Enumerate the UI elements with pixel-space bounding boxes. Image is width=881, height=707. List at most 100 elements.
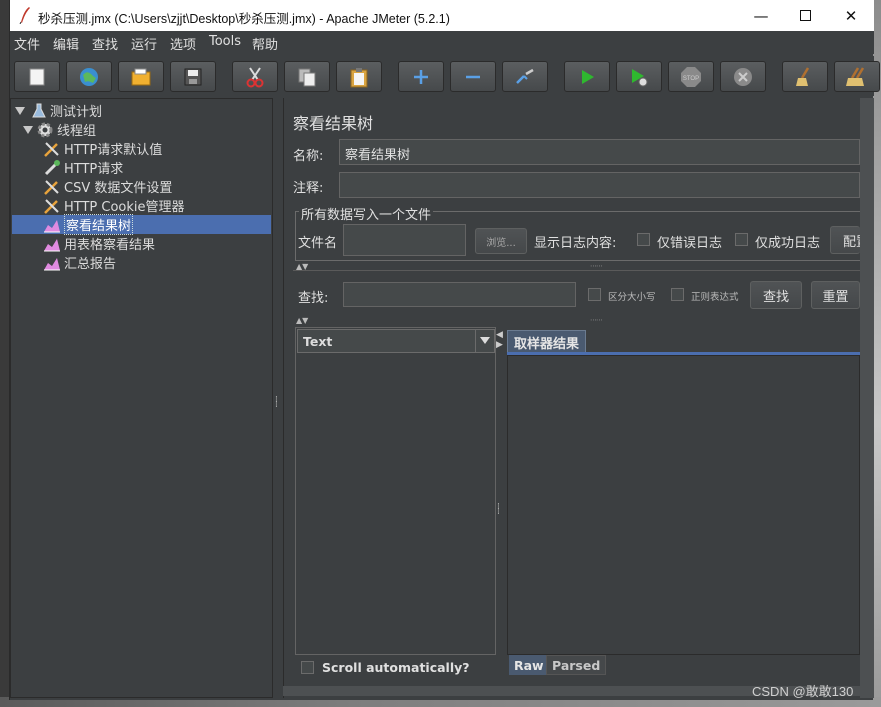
divider-grip-icon: ⋯⋯ [590, 262, 603, 270]
start-button[interactable] [564, 61, 610, 92]
copy-button[interactable] [284, 61, 330, 92]
tab-raw[interactable]: Raw [509, 655, 549, 675]
case-sensitive-checkbox[interactable] [588, 288, 601, 301]
tree-label: 线程组 [57, 124, 97, 139]
toggle-button[interactable] [502, 61, 548, 92]
new-button[interactable] [14, 61, 60, 92]
filename-field[interactable] [343, 224, 466, 256]
stop-button[interactable]: STOP [668, 61, 714, 92]
grip-icon[interactable]: ⁞ ⁞ [497, 503, 500, 517]
toggle-icon [516, 68, 534, 84]
svg-text:STOP: STOP [683, 76, 699, 82]
tree-node-view-results-tree[interactable]: 察看结果树 [12, 214, 271, 235]
expand-arrow-icon[interactable] [23, 125, 33, 134]
chart-listener-icon [44, 238, 60, 251]
tree-node-csv-config[interactable]: CSV 数据文件设置 [43, 177, 172, 196]
templates-button[interactable] [66, 61, 112, 92]
shutdown-icon [734, 67, 752, 86]
pipette-icon [44, 159, 60, 175]
cut-button[interactable] [232, 61, 278, 92]
desktop-background-right [873, 0, 881, 707]
minus-icon [466, 75, 480, 78]
name-field[interactable]: 察看结果树 [339, 139, 860, 165]
tree-node-thread-group[interactable]: 线程组 [23, 120, 96, 139]
paste-button[interactable] [336, 61, 382, 92]
menu-help[interactable]: 帮助 [252, 34, 278, 53]
test-plan-tree: 测试计划 线程组 HTTP请求默认值 HTTP请求 CSV 数据文件设置 HTT… [10, 98, 273, 698]
expand-all-button[interactable] [398, 61, 444, 92]
tab-sampler-result[interactable]: 取样器结果 [507, 330, 587, 354]
tree-label: 测试计划 [50, 105, 103, 120]
chart-listener-icon [44, 257, 60, 270]
menu-tools[interactable]: Tools [209, 34, 241, 49]
comment-field[interactable] [339, 172, 860, 198]
close-button[interactable]: ✕ [828, 0, 874, 31]
browse-button[interactable]: 浏览... [475, 228, 527, 254]
minimize-button[interactable]: — [738, 0, 784, 31]
tab-parsed[interactable]: Parsed [546, 655, 607, 675]
name-label: 名称: [293, 149, 324, 164]
clear-all-button[interactable] [834, 61, 880, 92]
menu-options[interactable]: 选项 [170, 34, 196, 53]
chevron-down-icon[interactable] [475, 330, 494, 352]
case-sensitive-label: 区分大小写 [608, 292, 656, 303]
save-button[interactable] [170, 61, 216, 92]
menu-file[interactable]: 文件 [14, 34, 40, 53]
tree-node-summary-report[interactable]: 汇总报告 [43, 253, 116, 272]
minimize-icon: — [753, 6, 769, 25]
chart-listener-icon [44, 219, 60, 232]
menu-run[interactable]: 运行 [131, 34, 157, 53]
regex-label: 正则表达式 [691, 292, 739, 303]
menu-bar: 文件 编辑 查找 运行 选项 Tools 帮助 [10, 31, 874, 54]
tree-label: HTTP请求 [64, 162, 124, 177]
templates-icon [80, 67, 98, 86]
maximize-icon [799, 10, 811, 21]
expand-arrow-icon[interactable] [15, 106, 25, 115]
configure-button[interactable]: 配置 [830, 226, 860, 254]
renderer-value: Text [303, 334, 333, 349]
find-button[interactable]: 查找 [750, 281, 802, 309]
divider-line [293, 270, 860, 271]
tree-node-http-defaults[interactable]: HTTP请求默认值 [43, 139, 162, 158]
start-no-pauses-button[interactable] [616, 61, 662, 92]
search-field[interactable] [343, 282, 576, 307]
errors-only-checkbox[interactable] [637, 233, 650, 246]
collapse-all-button[interactable] [450, 61, 496, 92]
vertical-scrollbar[interactable] [860, 98, 874, 698]
clear-button[interactable] [782, 61, 828, 92]
open-icon [131, 68, 151, 85]
wrench-icon [44, 141, 59, 157]
tree-node-cookie-manager[interactable]: HTTP Cookie管理器 [43, 196, 185, 215]
menu-edit[interactable]: 编辑 [53, 34, 79, 53]
close-icon: ✕ [844, 6, 858, 25]
comment-label: 注释: [293, 181, 324, 196]
tree-label: 用表格察看结果 [64, 238, 156, 253]
renderer-combo[interactable]: Text [297, 329, 495, 353]
shutdown-button[interactable] [720, 61, 766, 92]
collapse-divider-icon[interactable]: ▲▼ [296, 316, 308, 325]
scroll-auto-checkbox[interactable] [301, 661, 314, 674]
split-arrows-icon[interactable]: ◀ ▶ [496, 330, 503, 350]
search-label: 查找: [298, 291, 329, 306]
split-pane-divider[interactable]: ⁞ ⁞ [273, 98, 283, 698]
stop-icon: STOP [681, 66, 701, 87]
maximize-button[interactable] [782, 0, 828, 31]
log-content-label: 显示日志内容: [534, 236, 617, 251]
tree-node-table-results[interactable]: 用表格察看结果 [43, 234, 155, 253]
tree-node-test-plan[interactable]: 测试计划 [15, 101, 102, 120]
toolbar: STOP [10, 56, 880, 96]
tree-node-http-request[interactable]: HTTP请求 [43, 158, 123, 177]
reset-button[interactable]: 重置 [811, 281, 860, 309]
grip-icon: ⁞ ⁞ [275, 395, 278, 410]
open-button[interactable] [118, 61, 164, 92]
sampler-result-panel [507, 355, 860, 655]
menu-search[interactable]: 查找 [92, 34, 118, 53]
sampler-list-panel[interactable] [295, 327, 496, 655]
success-only-checkbox[interactable] [735, 233, 748, 246]
desktop-background-left [0, 0, 9, 707]
filename-label: 文件名 [298, 236, 338, 251]
divider-grip-icon: ⋯⋯ [590, 316, 603, 324]
title-bar: 秒杀压测.jmx (C:\Users\zjjt\Desktop\秒杀压测.jmx… [10, 0, 874, 31]
broom-all-icon [846, 66, 865, 86]
regex-checkbox[interactable] [671, 288, 684, 301]
